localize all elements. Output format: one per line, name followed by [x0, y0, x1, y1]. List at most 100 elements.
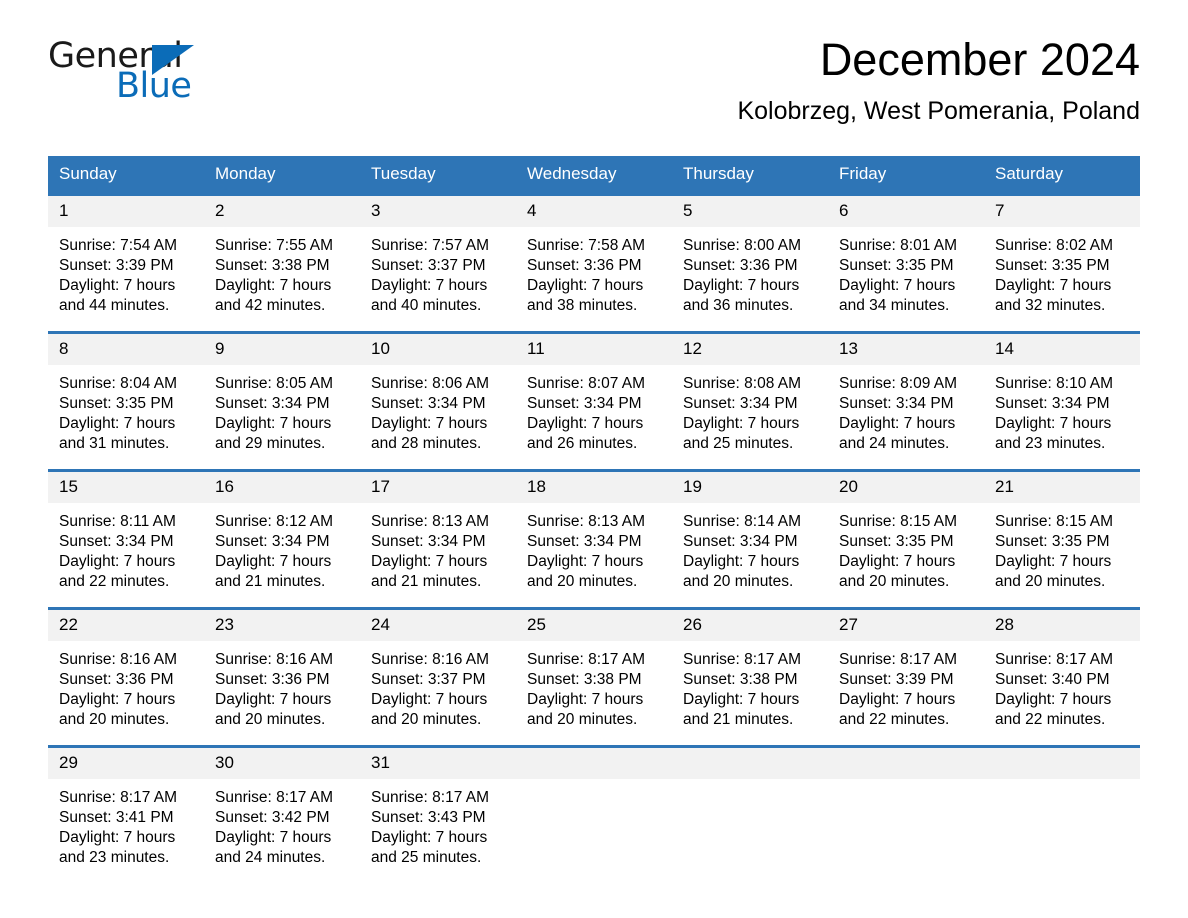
calendar-day-cell[interactable]: 24 Sunrise: 8:16 AM Sunset: 3:37 PM Dayligh… — [360, 610, 516, 730]
sunset-text: Sunset: 3:34 PM — [839, 395, 954, 412]
day-number: 18 — [516, 472, 672, 503]
weekday-header-thursday: Thursday — [683, 164, 754, 183]
calendar-week-row: 22 Sunrise: 8:16 AM Sunset: 3:36 PM Dayligh… — [48, 607, 1140, 730]
logo-text-blue: Blue — [116, 66, 192, 106]
day-number: 8 — [48, 334, 204, 365]
calendar-day-cell[interactable]: 17 Sunrise: 8:13 AM Sunset: 3:34 PM Dayligh… — [360, 472, 516, 592]
day-number: 23 — [204, 610, 360, 641]
calendar-day-cell[interactable]: 13 Sunrise: 8:09 AM Sunset: 3:34 PM Dayligh… — [828, 334, 984, 454]
calendar-day-cell[interactable]: 26 Sunrise: 8:17 AM Sunset: 3:38 PM Dayligh… — [672, 610, 828, 730]
sunrise-text: Sunrise: 8:17 AM — [59, 789, 178, 806]
calendar-day-cell[interactable]: 4 Sunrise: 7:58 AM Sunset: 3:36 PM Daylight… — [516, 196, 672, 316]
sunset-text: Sunset: 3:35 PM — [839, 257, 954, 274]
calendar-day-cell[interactable]: 31 Sunrise: 8:17 AM Sunset: 3:43 PM Dayligh… — [360, 748, 516, 868]
daylight-text-line1: Daylight: 7 hours — [215, 553, 332, 570]
day-number: 31 — [360, 748, 516, 779]
calendar-day-cell[interactable]: 19 Sunrise: 8:14 AM Sunset: 3:34 PM Dayligh… — [672, 472, 828, 592]
sunrise-text: Sunrise: 7:54 AM — [59, 237, 178, 254]
calendar-day-cell[interactable]: 25 Sunrise: 8:17 AM Sunset: 3:38 PM Dayligh… — [516, 610, 672, 730]
day-details: Sunrise: 8:00 AM Sunset: 3:36 PM Daylight:… — [672, 227, 828, 316]
calendar-day-cell[interactable]: 21 Sunrise: 8:15 AM Sunset: 3:35 PM Dayligh… — [984, 472, 1140, 592]
sunset-text: Sunset: 3:34 PM — [371, 533, 486, 550]
day-number: 1 — [48, 196, 204, 227]
calendar-day-cell[interactable]: 9 Sunrise: 8:05 AM Sunset: 3:34 PM Daylight… — [204, 334, 360, 454]
calendar-day-cell[interactable]: 3 Sunrise: 7:57 AM Sunset: 3:37 PM Daylight… — [360, 196, 516, 316]
day-details: Sunrise: 8:17 AM Sunset: 3:38 PM Daylight:… — [516, 641, 672, 730]
day-number — [672, 748, 828, 779]
daylight-text-line1: Daylight: 7 hours — [839, 277, 956, 294]
calendar-day-cell[interactable]: 16 Sunrise: 8:12 AM Sunset: 3:34 PM Dayligh… — [204, 472, 360, 592]
day-number: 15 — [48, 472, 204, 503]
sunset-text: Sunset: 3:37 PM — [371, 257, 486, 274]
day-number: 26 — [672, 610, 828, 641]
daylight-text-line1: Daylight: 7 hours — [995, 553, 1112, 570]
calendar-day-cell[interactable]: 22 Sunrise: 8:16 AM Sunset: 3:36 PM Dayligh… — [48, 610, 204, 730]
calendar-day-cell[interactable]: 27 Sunrise: 8:17 AM Sunset: 3:39 PM Dayligh… — [828, 610, 984, 730]
day-number: 12 — [672, 334, 828, 365]
daylight-text-line2: and 23 minutes. — [59, 849, 170, 866]
sunrise-text: Sunrise: 8:01 AM — [839, 237, 958, 254]
generalblue-logo[interactable]: General Blue — [48, 38, 308, 108]
calendar-day-cell[interactable]: 5 Sunrise: 8:00 AM Sunset: 3:36 PM Daylight… — [672, 196, 828, 316]
calendar-day-cell[interactable]: 29 Sunrise: 8:17 AM Sunset: 3:41 PM Dayligh… — [48, 748, 204, 868]
daylight-text-line1: Daylight: 7 hours — [839, 553, 956, 570]
calendar-day-cell[interactable]: 18 Sunrise: 8:13 AM Sunset: 3:34 PM Dayligh… — [516, 472, 672, 592]
daylight-text-line1: Daylight: 7 hours — [371, 829, 488, 846]
daylight-text-line2: and 21 minutes. — [371, 573, 482, 590]
calendar-day-cell[interactable]: 12 Sunrise: 8:08 AM Sunset: 3:34 PM Dayligh… — [672, 334, 828, 454]
daylight-text-line1: Daylight: 7 hours — [59, 277, 176, 294]
daylight-text-line2: and 20 minutes. — [371, 711, 482, 728]
calendar-day-cell[interactable]: 14 Sunrise: 8:10 AM Sunset: 3:34 PM Dayligh… — [984, 334, 1140, 454]
calendar-day-cell[interactable]: 20 Sunrise: 8:15 AM Sunset: 3:35 PM Dayligh… — [828, 472, 984, 592]
daylight-text-line1: Daylight: 7 hours — [683, 415, 800, 432]
calendar-day-cell[interactable]: 10 Sunrise: 8:06 AM Sunset: 3:34 PM Dayligh… — [360, 334, 516, 454]
day-number: 21 — [984, 472, 1140, 503]
calendar-day-cell[interactable]: 23 Sunrise: 8:16 AM Sunset: 3:36 PM Dayligh… — [204, 610, 360, 730]
weekday-header-wednesday: Wednesday — [527, 164, 617, 183]
daylight-text-line2: and 20 minutes. — [527, 711, 638, 728]
day-details: Sunrise: 8:06 AM Sunset: 3:34 PM Daylight:… — [360, 365, 516, 454]
daylight-text-line1: Daylight: 7 hours — [371, 553, 488, 570]
day-details: Sunrise: 8:17 AM Sunset: 3:42 PM Daylight:… — [204, 779, 360, 868]
day-number: 30 — [204, 748, 360, 779]
sunset-text: Sunset: 3:34 PM — [683, 533, 798, 550]
day-details: Sunrise: 8:14 AM Sunset: 3:34 PM Daylight:… — [672, 503, 828, 592]
calendar-day-cell[interactable]: 8 Sunrise: 8:04 AM Sunset: 3:35 PM Daylight… — [48, 334, 204, 454]
sunset-text: Sunset: 3:38 PM — [683, 671, 798, 688]
daylight-text-line2: and 29 minutes. — [215, 435, 326, 452]
sunrise-text: Sunrise: 8:16 AM — [215, 651, 334, 668]
page-header: General Blue December 2024 Kolobrzeg, We… — [48, 0, 1140, 125]
sunset-text: Sunset: 3:41 PM — [59, 809, 174, 826]
daylight-text-line2: and 20 minutes. — [215, 711, 326, 728]
daylight-text-line1: Daylight: 7 hours — [371, 277, 488, 294]
sunset-text: Sunset: 3:35 PM — [995, 533, 1110, 550]
sunset-text: Sunset: 3:34 PM — [59, 533, 174, 550]
calendar-day-cell[interactable]: 1 Sunrise: 7:54 AM Sunset: 3:39 PM Daylight… — [48, 196, 204, 316]
day-details: Sunrise: 8:01 AM Sunset: 3:35 PM Daylight:… — [828, 227, 984, 316]
calendar-day-cell-empty — [516, 748, 672, 868]
sunset-text: Sunset: 3:39 PM — [839, 671, 954, 688]
sunset-text: Sunset: 3:43 PM — [371, 809, 486, 826]
calendar-grid: Sunday Monday Tuesday Wednesday Thursday… — [48, 156, 1140, 868]
calendar-day-cell[interactable]: 15 Sunrise: 8:11 AM Sunset: 3:34 PM Dayligh… — [48, 472, 204, 592]
daylight-text-line1: Daylight: 7 hours — [215, 691, 332, 708]
day-details: Sunrise: 7:57 AM Sunset: 3:37 PM Daylight:… — [360, 227, 516, 316]
page-title: December 2024 — [819, 34, 1140, 85]
sunset-text: Sunset: 3:38 PM — [527, 671, 642, 688]
daylight-text-line1: Daylight: 7 hours — [527, 553, 644, 570]
day-number: 5 — [672, 196, 828, 227]
calendar-day-cell[interactable]: 6 Sunrise: 8:01 AM Sunset: 3:35 PM Daylight… — [828, 196, 984, 316]
daylight-text-line1: Daylight: 7 hours — [995, 415, 1112, 432]
sunrise-text: Sunrise: 7:58 AM — [527, 237, 646, 254]
calendar-day-cell[interactable]: 7 Sunrise: 8:02 AM Sunset: 3:35 PM Daylight… — [984, 196, 1140, 316]
daylight-text-line2: and 42 minutes. — [215, 297, 326, 314]
calendar-day-cell[interactable]: 30 Sunrise: 8:17 AM Sunset: 3:42 PM Dayligh… — [204, 748, 360, 868]
calendar-day-cell[interactable]: 2 Sunrise: 7:55 AM Sunset: 3:38 PM Daylight… — [204, 196, 360, 316]
calendar-day-cell[interactable]: 11 Sunrise: 8:07 AM Sunset: 3:34 PM Dayligh… — [516, 334, 672, 454]
calendar-day-cell[interactable]: 28 Sunrise: 8:17 AM Sunset: 3:40 PM Dayligh… — [984, 610, 1140, 730]
sunset-text: Sunset: 3:37 PM — [371, 671, 486, 688]
weekday-header-sunday: Sunday — [59, 164, 117, 183]
daylight-text-line2: and 21 minutes. — [683, 711, 794, 728]
sunrise-text: Sunrise: 7:57 AM — [371, 237, 490, 254]
calendar-week-row: 8 Sunrise: 8:04 AM Sunset: 3:35 PM Daylight… — [48, 331, 1140, 454]
